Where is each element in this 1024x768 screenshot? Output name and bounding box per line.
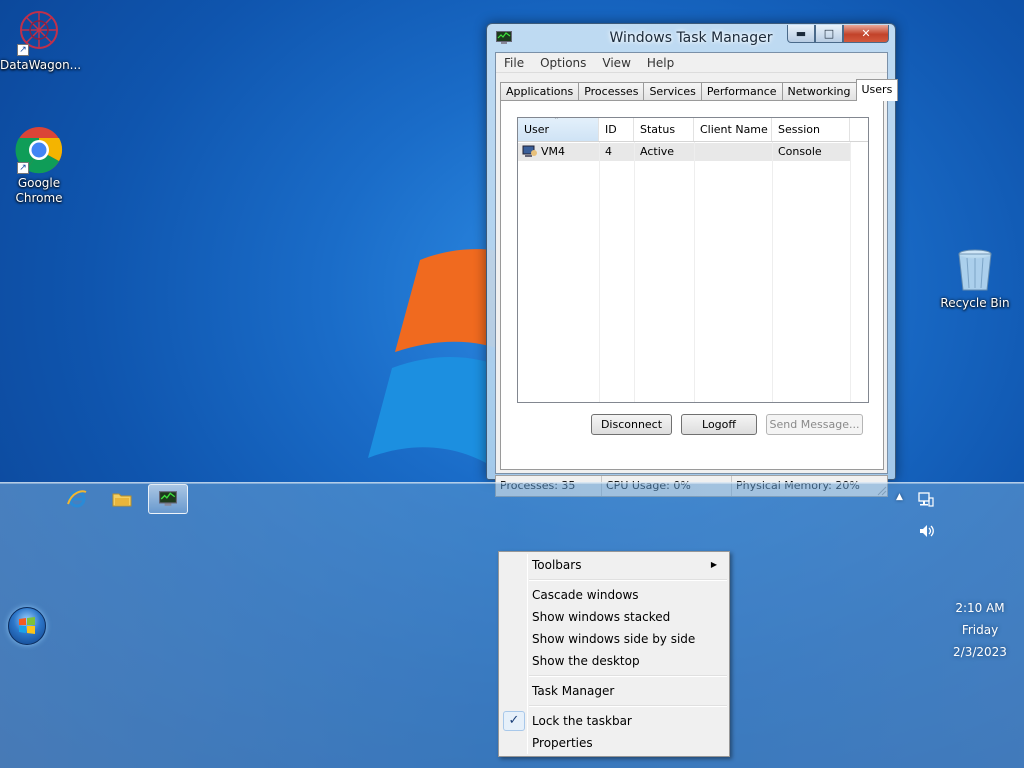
menu-separator (529, 675, 727, 677)
window-controls: ▬ □ ✕ (787, 25, 889, 43)
taskbar-internet-explorer[interactable] (57, 484, 97, 514)
window-client-area: File Options View Help Applications Proc… (495, 52, 899, 474)
taskbar-task-manager[interactable] (148, 484, 188, 514)
chrome-icon: ↗ (15, 126, 63, 174)
cell-id: 4 (605, 145, 612, 158)
user-session-icon (522, 145, 537, 157)
menu-item-label: Lock the taskbar (532, 714, 632, 728)
close-button[interactable]: ✕ (843, 25, 889, 43)
column-header-label: User (524, 123, 550, 136)
menu-item-label: Toolbars (532, 558, 582, 572)
taskbar-context-menu: Toolbars ▶ Cascade windows Show windows … (498, 551, 730, 757)
menu-item-properties[interactable]: Properties (501, 732, 727, 754)
maximize-button[interactable]: □ (815, 25, 843, 43)
menu-file[interactable]: File (496, 56, 532, 70)
show-hidden-icons-button[interactable]: ▲ (896, 492, 903, 502)
desktop-icon-recycle-bin[interactable]: Recycle Bin (936, 246, 1014, 311)
menu-item-lock-the-taskbar[interactable]: ✓ Lock the taskbar (501, 710, 727, 732)
volume-tray-button[interactable] (918, 523, 934, 542)
desktop-icon-label: DataWagon... (0, 58, 82, 72)
users-tab-panel: ˆ User ID Status Client Name Session VM4… (500, 100, 884, 470)
file-explorer-icon (112, 493, 132, 507)
users-list-header: ˆ User ID Status Client Name Session (518, 118, 868, 142)
column-header-id[interactable]: ID (599, 118, 634, 141)
maximize-icon: □ (823, 27, 835, 40)
shortcut-arrow-icon: ↗ (17, 44, 29, 56)
menu-separator (529, 579, 727, 581)
title-bar[interactable]: Windows Task Manager ▬ □ ✕ (487, 24, 895, 52)
desktop-icon-label: Recycle Bin (940, 296, 1010, 310)
internet-explorer-icon (67, 490, 87, 508)
cell-status: Active (640, 145, 675, 158)
send-message-button[interactable]: Send Message... (766, 414, 863, 435)
users-list[interactable]: ˆ User ID Status Client Name Session VM4… (517, 117, 869, 403)
menu-item-show-windows-stacked[interactable]: Show windows stacked (501, 606, 727, 628)
tab-services[interactable]: Services (643, 82, 702, 100)
minimize-icon: ▬ (795, 27, 807, 40)
menu-item-cascade-windows[interactable]: Cascade windows (501, 584, 727, 606)
menu-item-show-the-desktop[interactable]: Show the desktop (501, 650, 727, 672)
logoff-button[interactable]: Logoff (681, 414, 757, 435)
column-header-session[interactable]: Session (772, 118, 850, 141)
task-manager-icon (159, 491, 177, 506)
tab-strip: Applications Processes Services Performa… (500, 79, 899, 101)
tab-performance[interactable]: Performance (700, 82, 783, 100)
tab-networking[interactable]: Networking (781, 82, 857, 100)
clock-day: Friday (961, 623, 999, 637)
column-header-user[interactable]: ˆ User (518, 118, 599, 141)
menu-options[interactable]: Options (532, 56, 594, 70)
cell-user-text: VM4 (541, 145, 566, 158)
column-header-client-name[interactable]: Client Name (694, 118, 772, 141)
column-divider (850, 142, 851, 402)
datawagon-icon: ↗ (15, 8, 63, 56)
network-icon (918, 492, 934, 507)
column-header-status[interactable]: Status (634, 118, 694, 141)
minimize-button[interactable]: ▬ (787, 25, 815, 43)
column-divider (772, 142, 773, 402)
column-divider (634, 142, 635, 402)
clock-date: 2/3/2023 (953, 645, 1007, 659)
shortcut-arrow-icon: ↗ (17, 162, 29, 174)
start-button[interactable] (8, 607, 46, 645)
column-divider (694, 142, 695, 402)
menu-item-show-windows-side-by-side[interactable]: Show windows side by side (501, 628, 727, 650)
tab-users[interactable]: Users (855, 79, 899, 101)
taskbar-clock[interactable]: 2:10 AM Friday 2/3/2023 (945, 597, 1015, 663)
menu-item-toolbars[interactable]: Toolbars ▶ (501, 554, 727, 576)
tab-applications[interactable]: Applications (500, 82, 580, 100)
desktop-icon-label: Google Chrome (15, 176, 63, 205)
desktop-icon-google-chrome[interactable]: ↗ Google Chrome (0, 126, 78, 206)
sort-ascending-icon: ˆ (554, 117, 559, 127)
up-arrow-icon: ▲ (896, 492, 903, 502)
network-tray-button[interactable] (918, 492, 934, 511)
cell-session: Console (778, 145, 822, 158)
windows-logo-icon (19, 617, 35, 634)
menu-separator (529, 705, 727, 707)
table-row[interactable]: VM4 4 Active Console (518, 143, 850, 161)
column-divider (599, 142, 600, 402)
disconnect-button[interactable]: Disconnect (591, 414, 672, 435)
volume-icon (920, 525, 934, 537)
tab-processes[interactable]: Processes (578, 82, 645, 100)
desktop-icon-datawagon[interactable]: ↗ DataWagon... (0, 8, 82, 73)
taskbar-file-explorer[interactable] (102, 484, 142, 514)
cell-user: VM4 (518, 143, 599, 161)
task-manager-window[interactable]: Windows Task Manager ▬ □ ✕ File Options … (486, 23, 899, 497)
submenu-arrow-icon: ▶ (710, 560, 717, 569)
clock-time: 2:10 AM (955, 601, 1005, 615)
menu-help[interactable]: Help (639, 56, 682, 70)
checkmark-icon: ✓ (503, 711, 525, 731)
menu-view[interactable]: View (594, 56, 638, 70)
menu-item-task-manager[interactable]: Task Manager (501, 680, 727, 702)
close-icon: ✕ (861, 27, 871, 40)
menu-bar: File Options View Help (496, 53, 887, 73)
recycle-bin-icon (951, 246, 999, 294)
cell-client-name (694, 143, 772, 161)
